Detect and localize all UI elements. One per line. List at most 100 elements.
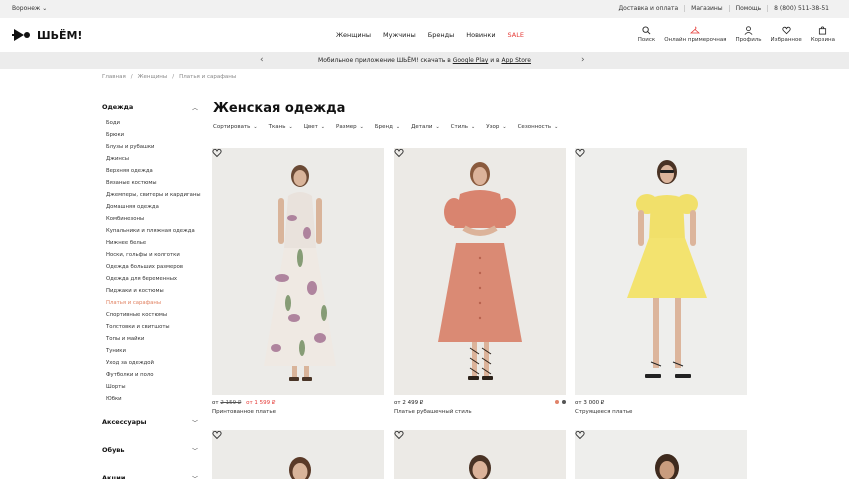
product-image[interactable] [394, 148, 566, 395]
color-swatch[interactable] [562, 400, 566, 404]
city-selector[interactable]: Воронеж ⌄ [12, 5, 47, 12]
product-card[interactable] [394, 430, 566, 479]
fitting-room-button[interactable]: Онлайн примерочная [664, 25, 727, 43]
favorite-heart-icon[interactable] [394, 148, 404, 158]
product-image[interactable] [212, 148, 384, 395]
profile-button[interactable]: Профиль [736, 25, 762, 43]
cart-button[interactable]: Корзина [811, 25, 835, 43]
filter-label: Бренд [374, 124, 393, 130]
link-stores[interactable]: Магазины [684, 5, 728, 12]
phone-number[interactable]: 8 (800) 511-38-51 [767, 5, 835, 12]
promo-banner: ‹ Мобильное приложение ШЬЁМ! скачать в G… [0, 52, 849, 69]
old-price: 2 159 ₽ [220, 400, 242, 406]
filter-dropdown[interactable]: Сортировать ⌄ [213, 124, 258, 130]
product-image[interactable] [394, 430, 566, 479]
sidebar-category-item[interactable]: Вязаные костюмы [106, 177, 198, 189]
link-delivery[interactable]: Доставка и оплата [612, 5, 684, 12]
sidebar-section-header[interactable]: Акции ﹀ [102, 473, 198, 479]
nav-women[interactable]: Женщины [336, 31, 371, 39]
logo[interactable]: ШЬЁМ! [12, 27, 82, 43]
nav-sale[interactable]: SALE [508, 31, 524, 39]
sidebar-category-item[interactable]: Одежда больших размеров [106, 261, 198, 273]
sidebar-category-item[interactable]: Джемперы, свитеры и кардиганы [106, 189, 201, 201]
nav-new[interactable]: Новинки [466, 31, 495, 39]
sidebar-category-item[interactable]: Носки, гольфы и колготки [106, 249, 198, 261]
favorite-heart-icon[interactable] [212, 148, 222, 158]
filter-bar: Сортировать ⌄ Ткань ⌄ Цвет ⌄ Размер ⌄ Бренд ⌄ Дета… [213, 124, 558, 130]
favorites-label: Избранное [770, 37, 802, 43]
sidebar-category-item[interactable]: Юбки [106, 393, 198, 405]
breadcrumb-home[interactable]: Главная [102, 74, 126, 80]
product-name[interactable]: Струящееся платье [575, 409, 747, 415]
sidebar-category-item[interactable]: Футболки и поло [106, 369, 198, 381]
filter-dropdown[interactable]: Сезонность ⌄ [518, 124, 559, 130]
sidebar-category-item[interactable]: Комбинезоны [106, 213, 198, 225]
sidebar-category-item[interactable]: Уход за одеждой [106, 357, 198, 369]
sidebar-category-item[interactable]: Боди [106, 117, 198, 129]
breadcrumb-women[interactable]: Женщины [138, 74, 168, 80]
filter-dropdown[interactable]: Бренд ⌄ [375, 124, 400, 130]
sidebar-category-item[interactable]: Домашняя одежда [106, 201, 198, 213]
sidebar-category-item[interactable]: Толстовки и свитшоты [106, 321, 198, 333]
favorite-heart-icon[interactable] [575, 148, 585, 158]
sidebar-section-header[interactable]: Обувь ﹀ [102, 445, 198, 455]
filter-label: Цвет [303, 124, 318, 130]
nav-brands[interactable]: Бренды [428, 31, 454, 39]
nav-men[interactable]: Мужчины [383, 31, 416, 39]
favorite-heart-icon[interactable] [575, 430, 585, 440]
sidebar-category-item[interactable]: Купальники и пляжная одежда [106, 225, 198, 237]
app-store-link[interactable]: App Store [501, 57, 531, 64]
favorite-heart-icon[interactable] [394, 430, 404, 440]
cart-label: Корзина [810, 37, 835, 43]
favorite-heart-icon[interactable] [212, 430, 222, 440]
sidebar-category-item[interactable]: Платья и сарафаны [106, 297, 198, 309]
chevron-down-icon: ⌄ [554, 124, 559, 130]
breadcrumb-current: Платья и сарафаны [179, 74, 237, 80]
search-button[interactable]: Поиск [638, 25, 655, 43]
chevron-down-icon: ⌄ [395, 124, 401, 130]
logo-text: ШЬЁМ! [37, 28, 83, 42]
product-price: от 3 000 ₽ [575, 400, 605, 406]
product-card[interactable] [212, 430, 384, 479]
promo-next-icon[interactable]: › [581, 55, 585, 65]
product-photo [575, 430, 747, 479]
product-price: от 2 499 ₽ [394, 400, 424, 406]
filter-dropdown[interactable]: Стиль ⌄ [451, 124, 476, 130]
product-name[interactable]: Принтованное платье [212, 409, 384, 415]
product-image[interactable] [575, 148, 747, 395]
sidebar-category-item[interactable]: Топы и майки [106, 333, 198, 345]
sidebar-category-item[interactable]: Спортивные костюмы [106, 309, 198, 321]
sidebar-category-item[interactable]: Нижнее белье [106, 237, 198, 249]
promo-prev-icon[interactable]: ‹ [260, 55, 264, 65]
link-help[interactable]: Помощь [728, 5, 768, 12]
product-image[interactable] [212, 430, 384, 479]
filter-dropdown[interactable]: Размер ⌄ [336, 124, 364, 130]
sidebar-category-item[interactable]: Блузы и рубашки [106, 141, 198, 153]
sidebar-section-header[interactable]: Аксессуары ﹀ [102, 417, 198, 427]
color-swatch[interactable] [555, 400, 559, 404]
chevron-down-icon: ⌄ [435, 124, 440, 130]
product-card[interactable] [575, 430, 747, 479]
google-play-link[interactable]: Google Play [453, 57, 489, 64]
sidebar-category-item[interactable]: Пиджаки и костюмы [106, 285, 198, 297]
filter-dropdown[interactable]: Детали ⌄ [411, 124, 440, 130]
filter-dropdown[interactable]: Цвет ⌄ [304, 124, 325, 130]
filter-dropdown[interactable]: Ткань ⌄ [269, 124, 293, 130]
chevron-down-icon: ⌄ [320, 124, 325, 130]
product-image[interactable] [575, 430, 747, 479]
sidebar-category-item[interactable]: Верхняя одежда [106, 165, 198, 177]
section-clothing[interactable]: Одежда ︿ [102, 102, 198, 112]
sidebar-category-item[interactable]: Туники [106, 345, 198, 357]
product-name[interactable]: Платье рубашечный стиль [394, 409, 566, 415]
sidebar-category-item[interactable]: Одежда для беременных [106, 273, 198, 285]
favorites-button[interactable]: Избранное [771, 25, 802, 43]
product-card[interactable]: от 2 159 ₽ от 1 599 ₽ Принтованное плать… [212, 148, 384, 415]
chevron-down-icon: ⌄ [253, 124, 258, 130]
product-card[interactable]: от 2 499 ₽ Платье рубашечный стиль [394, 148, 566, 415]
product-card[interactable]: от 3 000 ₽ Струящееся платье [575, 148, 747, 415]
price-prefix: от [212, 400, 219, 406]
sidebar-category-item[interactable]: Джинсы [106, 153, 198, 165]
sidebar-category-item[interactable]: Брюки [106, 129, 198, 141]
sidebar-category-item[interactable]: Шорты [106, 381, 198, 393]
filter-dropdown[interactable]: Узор ⌄ [486, 124, 506, 130]
